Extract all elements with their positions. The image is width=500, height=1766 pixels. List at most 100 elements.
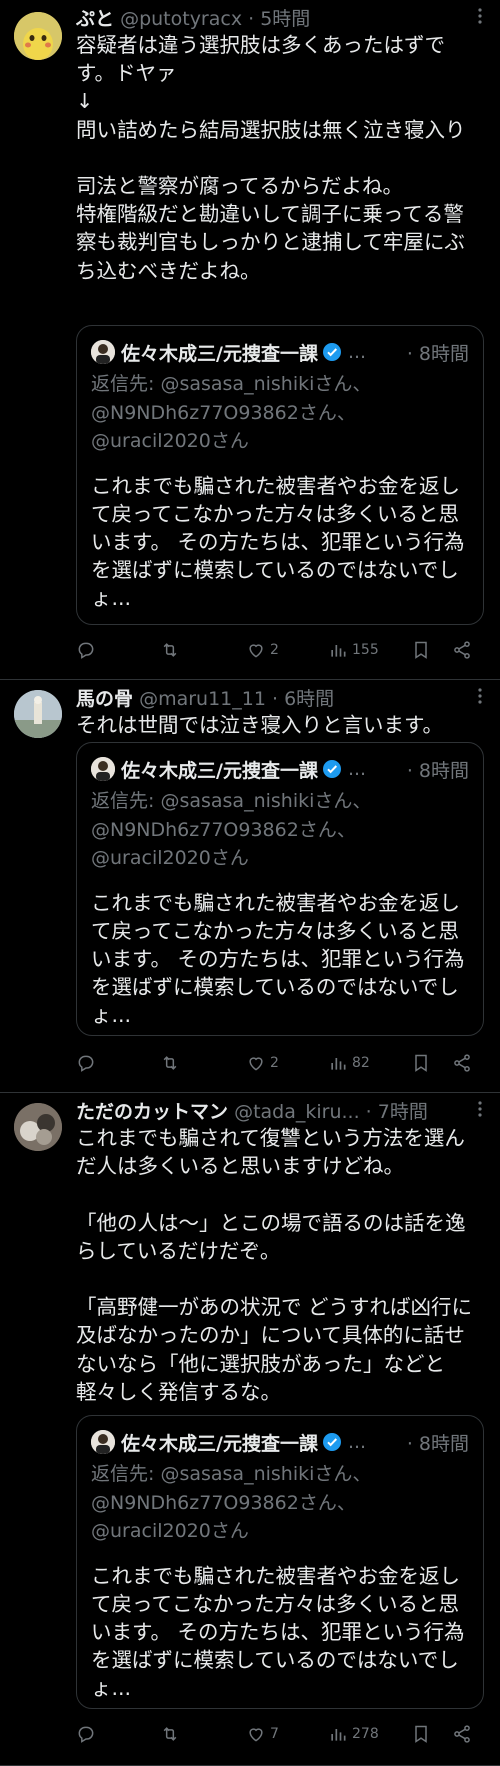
like-count: 2: [270, 642, 279, 658]
reply-to-line: 返信先: @sasasa_nishikiさん、@N9NDh6z77O93862さ…: [91, 1463, 372, 1542]
heart-icon: [249, 644, 263, 658]
views-bar-chart-icon: [331, 1729, 346, 1741]
like-count: 7: [270, 1726, 279, 1742]
retweet-icon: [163, 643, 177, 657]
verified-badge-icon: [322, 760, 341, 778]
quoted-handle-truncated: ...: [347, 341, 367, 363]
user-handle[interactable]: @tada_kiru...: [234, 1101, 360, 1123]
reply-button[interactable]: [76, 640, 96, 660]
quoted-tweet[interactable]: 佐々木成三/元捜査一課 ... · 8時間 返信先: @sasasa_nishi…: [76, 1415, 484, 1709]
share-icon: [454, 1054, 470, 1072]
quoted-avatar[interactable]: [91, 340, 115, 364]
views-bar-chart-icon: [331, 1058, 346, 1070]
view-count: 155: [352, 642, 379, 658]
bookmark-button[interactable]: [411, 640, 431, 660]
tweet[interactable]: ただのカットマン @tada_kiru... · 7時間 これまでも騙されて復讐…: [0, 1093, 500, 1766]
bookmark-icon: [415, 1054, 427, 1072]
quoted-header: 佐々木成三/元捜査一課 ... · 8時間: [91, 753, 469, 785]
bookmark-icon: [415, 1725, 427, 1743]
avatar[interactable]: [14, 12, 62, 60]
retweet-button[interactable]: [160, 1053, 180, 1073]
tweet-header: ただのカットマン @tada_kiru... · 7時間: [76, 1099, 460, 1125]
quoted-avatar[interactable]: [91, 757, 115, 781]
views-button[interactable]: 278: [328, 1724, 379, 1744]
user-handle[interactable]: @maru11_11: [139, 688, 266, 710]
timestamp[interactable]: 6時間: [284, 688, 334, 710]
more-dots-icon: [478, 8, 482, 24]
reply-button[interactable]: [76, 1053, 96, 1073]
tweet-text: 容疑者は違う選択肢は多くあったはずです。ドヤァ ↓ 問い詰めたら結局選択肢は無く…: [76, 33, 466, 283]
quoted-timestamp: · 8時間: [406, 342, 469, 365]
heart-icon: [249, 1728, 263, 1742]
tweet[interactable]: ぷと @putotyracx · 5時間 容疑者は違う選択肢は多くあったはずです…: [0, 0, 500, 680]
tweet-text: これまでも騙されて復讐という方法を選んだ人は多くいると思いますけどね。 「他の人…: [76, 1126, 473, 1404]
separator-dot: ·: [248, 8, 255, 30]
retweet-icon: [163, 1727, 177, 1741]
view-count: 278: [352, 1726, 379, 1742]
display-name[interactable]: ぷと: [76, 8, 114, 30]
views-button[interactable]: 155: [328, 640, 379, 660]
retweet-button[interactable]: [160, 1724, 180, 1744]
verified-badge-icon: [322, 1433, 341, 1451]
user-handle[interactable]: @putotyracx: [120, 8, 242, 30]
timestamp[interactable]: 7時間: [378, 1101, 428, 1123]
action-bar: 2 155: [76, 638, 484, 662]
tweet[interactable]: 馬の骨 @maru11_11 · 6時間 それは世間では泣き寝入りと言います。 …: [0, 680, 500, 1093]
quoted-timestamp: · 8時間: [406, 759, 469, 782]
bookmark-button[interactable]: [411, 1724, 431, 1744]
share-button[interactable]: [452, 1053, 472, 1073]
more-options-button[interactable]: [478, 8, 482, 28]
tweet-text: それは世間では泣き寝入りと言います。: [76, 713, 443, 737]
more-options-button[interactable]: [478, 688, 482, 708]
quoted-timestamp: · 8時間: [406, 1432, 469, 1455]
separator-dot: ·: [365, 1101, 372, 1123]
avatar-cats-icon: [14, 1103, 62, 1151]
avatar-character-icon: [14, 12, 62, 60]
quoted-header: 佐々木成三/元捜査一課 ... · 8時間: [91, 336, 469, 368]
like-count: 2: [270, 1055, 279, 1071]
quoted-display-name: 佐々木成三/元捜査一課: [121, 342, 318, 365]
more-dots-icon: [478, 1101, 482, 1117]
reply-icon: [78, 1055, 94, 1072]
share-button[interactable]: [452, 1724, 472, 1744]
display-name[interactable]: ただのカットマン: [76, 1101, 228, 1123]
tweet-header: ぷと @putotyracx · 5時間: [76, 6, 460, 32]
reply-button[interactable]: [76, 1724, 96, 1744]
timestamp[interactable]: 5時間: [260, 8, 310, 30]
retweet-button[interactable]: [160, 640, 180, 660]
separator-dot: ·: [271, 688, 279, 710]
share-icon: [454, 1725, 470, 1743]
like-button[interactable]: 2: [246, 640, 279, 660]
share-button[interactable]: [452, 640, 472, 660]
quoted-handle-truncated: ...: [347, 1431, 367, 1453]
action-bar: 7 278: [76, 1722, 484, 1746]
quoted-tweet[interactable]: 佐々木成三/元捜査一課 ... · 8時間 返信先: @sasasa_nishi…: [76, 742, 484, 1036]
quoted-handle-truncated: ...: [347, 758, 367, 780]
quoted-text: これまでも騙された被害者やお金を返して戻ってこなかった方々は多くいると思います。…: [91, 1563, 465, 1701]
quoted-text: これまでも騙された被害者やお金を返して戻ってこなかった方々は多くいると思います。…: [91, 473, 465, 611]
views-bar-chart-icon: [331, 645, 346, 657]
more-dots-icon: [478, 688, 482, 704]
verified-badge-icon: [322, 343, 341, 361]
reply-to-line: 返信先: @sasasa_nishikiさん、@N9NDh6z77O93862さ…: [91, 373, 372, 452]
quoted-text: これまでも騙された被害者やお金を返して戻ってこなかった方々は多くいると思います。…: [91, 890, 465, 1028]
reply-icon: [78, 642, 94, 659]
bookmark-button[interactable]: [411, 1053, 431, 1073]
tweet-header: 馬の骨 @maru11_11 · 6時間: [76, 686, 460, 712]
quoted-display-name: 佐々木成三/元捜査一課: [121, 759, 318, 782]
reply-icon: [78, 1726, 94, 1743]
bookmark-icon: [415, 641, 427, 659]
action-bar: 2 82: [76, 1051, 484, 1075]
more-options-button[interactable]: [478, 1101, 482, 1121]
avatar[interactable]: [14, 1103, 62, 1151]
avatar[interactable]: [14, 690, 62, 738]
quoted-tweet[interactable]: 佐々木成三/元捜査一課 ... · 8時間 返信先: @sasasa_nishi…: [76, 325, 484, 625]
display-name[interactable]: 馬の骨: [76, 688, 133, 710]
retweet-icon: [163, 1056, 177, 1070]
like-button[interactable]: 7: [246, 1724, 279, 1744]
quoted-header: 佐々木成三/元捜査一課 ... · 8時間: [91, 1426, 469, 1458]
quoted-avatar[interactable]: [91, 1430, 115, 1454]
like-button[interactable]: 2: [246, 1053, 279, 1073]
views-button[interactable]: 82: [328, 1053, 370, 1073]
avatar-person-icon: [91, 757, 115, 781]
